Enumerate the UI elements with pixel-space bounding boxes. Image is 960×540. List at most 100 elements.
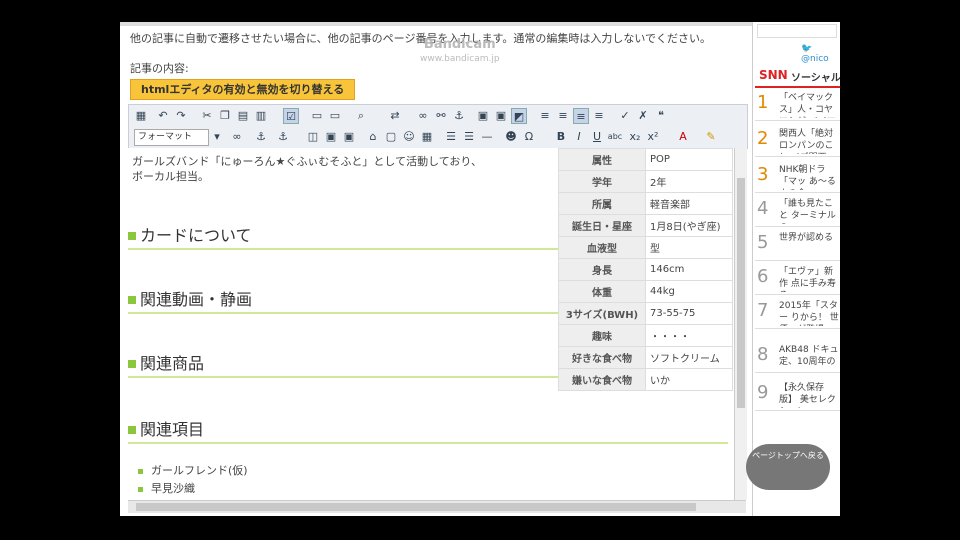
italic-icon[interactable]: I xyxy=(571,129,587,145)
spellcheck-icon[interactable]: ✓ xyxy=(617,108,633,124)
align-right-icon[interactable]: ≡ xyxy=(573,108,589,124)
select-all-icon[interactable]: ☑ xyxy=(283,108,299,124)
bulleted-list-icon[interactable]: ☰ xyxy=(461,129,477,145)
template-icon[interactable]: ▭ xyxy=(309,108,325,124)
table-value: 1月8日(やぎ座) xyxy=(645,214,733,237)
paste-text-icon[interactable]: ▥ xyxy=(253,108,269,124)
horizontal-rule-icon[interactable]: — xyxy=(479,129,495,145)
remove-format-icon[interactable]: ✗ xyxy=(635,108,651,124)
rank-number: 6 xyxy=(757,266,769,287)
twitter-icon: 🐦 xyxy=(801,44,813,54)
anchor-icon[interactable]: ⚓ xyxy=(253,129,269,145)
editor-content-area[interactable]: ガールズバンド「にゅーろん★ぐふぃむそふと」として活動しており、 ボーカル担当。… xyxy=(128,148,734,500)
editor-toolbar-row1: ▦ ↶ ↷ ✂ ❐ ▤ ▥ ☑ ▭ ▭ ⌕ ⇄ ∞ ⚯ ⚓ ▣ ▣ ◩ ≡ ≡ … xyxy=(128,104,748,128)
sns-ranking-header: SNN ソーシャル xyxy=(755,66,840,88)
text-color-icon[interactable]: A xyxy=(675,129,691,145)
scrollbar-thumb[interactable] xyxy=(737,178,745,408)
replace-icon[interactable]: ⇄ xyxy=(387,108,403,124)
ranking-item[interactable]: 9 【永久保存版】 美セレクション xyxy=(755,378,840,411)
table-value: POP xyxy=(645,148,733,171)
format-icon[interactable]: ◩ xyxy=(511,108,527,124)
blockquote-icon[interactable]: ❝ xyxy=(653,108,669,124)
table-value: ・・・・ xyxy=(645,324,733,347)
find-icon[interactable]: ⌕ xyxy=(353,108,369,124)
source-icon[interactable]: ▦ xyxy=(133,108,149,124)
rank-title: AKB48 ドキュ 定、10周年の xyxy=(779,345,839,367)
intro-text: ガールズバンド「にゅーろん★ぐふぃむそふと」として活動しており、 ボーカル担当。 xyxy=(132,154,482,184)
emoji-icon[interactable]: ☻ xyxy=(503,129,519,145)
ranking-item[interactable]: 3 NHK朝ドラ「マッ あ～るよの今 xyxy=(755,160,840,193)
table-key: 3サイズ(BWH) xyxy=(558,302,646,325)
link-icon[interactable]: ∞ xyxy=(229,129,245,145)
intro-line-2: ボーカル担当。 xyxy=(132,170,209,183)
anchor-icon[interactable]: ⚓ xyxy=(275,129,291,145)
numbered-list-icon[interactable]: ☰ xyxy=(443,129,459,145)
ranking-item[interactable]: 6 「エヴァ」新作 点に手み寿ろ xyxy=(755,262,840,295)
sns-title: ソーシャル xyxy=(791,73,840,84)
rank-title: 世界が認める xyxy=(779,233,834,243)
copy-icon[interactable]: ❐ xyxy=(217,108,233,124)
heading-related: 関連項目 xyxy=(128,420,728,444)
ranking-item[interactable]: 8 AKB48 ドキュ 定、10周年の xyxy=(755,340,840,373)
table-row: 所属 軽音楽部 xyxy=(558,192,733,215)
subscript-icon[interactable]: x₂ xyxy=(627,129,643,145)
underline-icon[interactable]: U xyxy=(589,129,605,145)
grid-icon[interactable]: ▦ xyxy=(419,129,435,145)
table-value: いか xyxy=(645,368,733,391)
bold-icon[interactable]: B xyxy=(553,129,569,145)
paste-icon[interactable]: ▤ xyxy=(235,108,251,124)
table-value: 44kg xyxy=(645,280,733,303)
link-icon[interactable]: ∞ xyxy=(415,108,431,124)
editor-horizontal-scrollbar[interactable] xyxy=(128,500,746,513)
undo-icon[interactable]: ↶ xyxy=(155,108,171,124)
photo-icon[interactable]: ▣ xyxy=(341,129,357,145)
list-item[interactable]: 早見沙織 xyxy=(138,480,195,496)
table-value: 146cm xyxy=(645,258,733,281)
sidebar-search-box[interactable] xyxy=(757,24,837,38)
table-row: 学年 2年 xyxy=(558,170,733,193)
editor-vertical-scrollbar[interactable] xyxy=(734,148,747,500)
align-left-icon[interactable]: ≡ xyxy=(537,108,553,124)
ranking-item[interactable]: 4 「誰も見たこと ターミナルの xyxy=(755,194,840,227)
redo-icon[interactable]: ↷ xyxy=(173,108,189,124)
comment-icon[interactable]: ◫ xyxy=(305,129,321,145)
table-row: 趣味 ・・・・ xyxy=(558,324,733,347)
image-icon[interactable]: ▣ xyxy=(475,108,491,124)
special-char-icon[interactable]: Ω xyxy=(521,129,537,145)
table-icon[interactable]: ▭ xyxy=(327,108,343,124)
list-item[interactable]: ガールフレンド(仮) xyxy=(138,462,248,478)
twitter-link[interactable]: 🐦 @nico xyxy=(801,44,840,64)
highlight-color-icon[interactable]: ✎ xyxy=(703,129,719,145)
table-key: 属性 xyxy=(558,148,646,171)
toggle-html-editor-button[interactable]: htmlエディタの有効と無効を切り替える xyxy=(130,79,356,100)
image-icon[interactable]: ▣ xyxy=(323,129,339,145)
list-bullet-icon xyxy=(138,486,143,492)
align-center-icon[interactable]: ≡ xyxy=(555,108,571,124)
list-bullet-icon xyxy=(138,468,143,474)
rank-title: 「誰も見たこと ターミナルの xyxy=(779,199,836,224)
ranking-item[interactable]: 1 「ベイマックス」人・コヤマシゲ ベイマックス xyxy=(755,88,840,121)
superscript-icon[interactable]: x² xyxy=(645,129,661,145)
align-justify-icon[interactable]: ≡ xyxy=(591,108,607,124)
table-key: 好きな食べ物 xyxy=(558,346,646,369)
anchor-icon[interactable]: ⚓ xyxy=(451,108,467,124)
ranking-item[interactable]: 7 2015年「スター りから！ 世 優」が登場 xyxy=(755,296,840,329)
rank-number: 7 xyxy=(757,300,769,321)
rank-title: 「ベイマックス」人・コヤマシゲ ベイマックス xyxy=(779,93,836,118)
flash-icon[interactable]: ▣ xyxy=(493,108,509,124)
cut-icon[interactable]: ✂ xyxy=(199,108,215,124)
box-icon[interactable]: ▢ xyxy=(383,129,399,145)
watermark-line1: Bandicam xyxy=(423,37,496,52)
chevron-down-icon[interactable]: ▾ xyxy=(209,129,225,145)
recorder-watermark: Bandicam www.bandicam.jp xyxy=(420,38,500,66)
strikethrough-icon[interactable]: abc xyxy=(607,129,623,145)
unlink-icon[interactable]: ⚯ xyxy=(433,108,449,124)
ranking-item[interactable]: 2 関西人「絶対ロンパンのこと イズ関西」のある xyxy=(755,124,840,157)
ranking-item[interactable]: 5 世界が認める xyxy=(755,228,840,261)
scrollbar-thumb[interactable] xyxy=(136,503,696,511)
format-select[interactable]: フォーマット xyxy=(134,129,209,146)
page-top-button[interactable]: ページトップへ戻る xyxy=(746,444,830,490)
house-icon[interactable]: ⌂ xyxy=(365,129,381,145)
smiley-icon[interactable]: ☺ xyxy=(401,129,417,145)
rank-number: 2 xyxy=(757,128,769,149)
